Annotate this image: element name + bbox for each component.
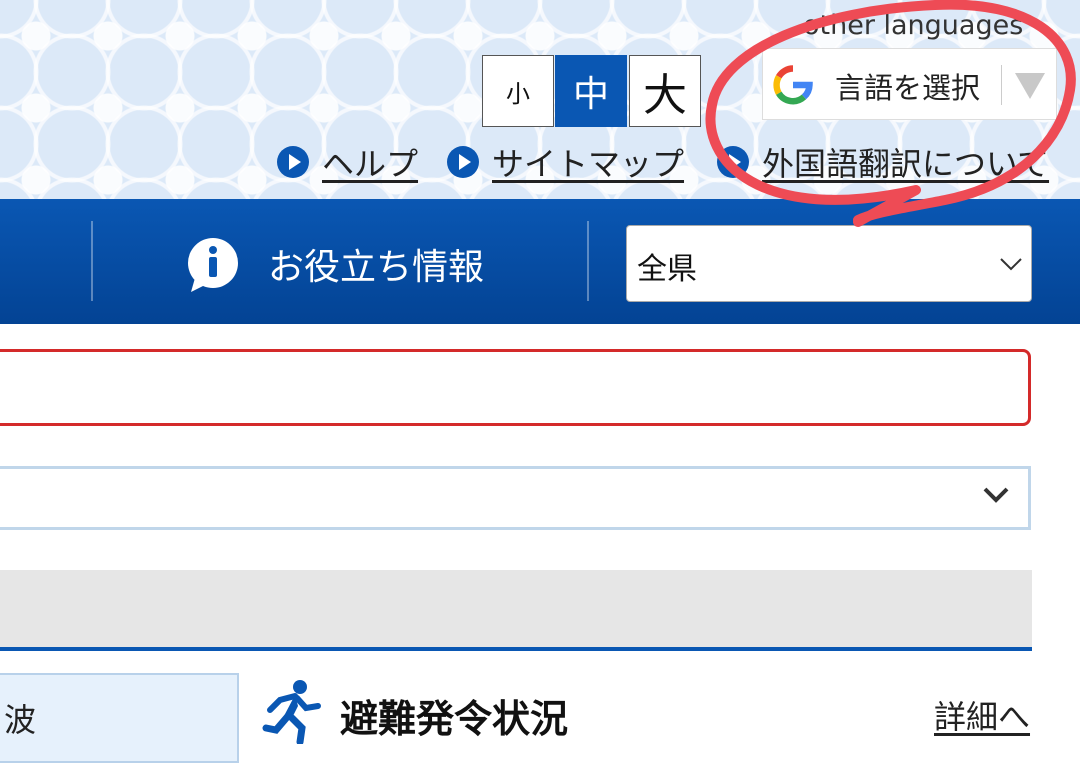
alert-panel [0, 349, 1031, 426]
play-circle-icon [717, 146, 749, 178]
evacuation-status-title: 避難発令状況 [340, 697, 569, 741]
evacuation-details-link[interactable]: 詳細へ [934, 692, 1030, 738]
language-select-divider [1001, 65, 1002, 105]
dropdown-arrow-icon [1015, 73, 1045, 99]
sitemap-link[interactable]: サイトマップ [446, 142, 685, 183]
chevron-down-icon [983, 487, 1009, 503]
prefecture-select[interactable]: 全県 [626, 225, 1032, 302]
running-person-icon [262, 680, 321, 744]
font-size-small-button[interactable]: 小 [482, 55, 554, 127]
nav-divider [91, 221, 93, 301]
left-info-card[interactable]: 波 [0, 673, 239, 763]
useful-info-nav-item[interactable]: お役立ち情報 [268, 238, 484, 290]
area-select[interactable] [0, 466, 1031, 530]
language-select[interactable]: 言語を選択 [762, 48, 1057, 120]
font-size-large-button[interactable]: 大 [629, 55, 701, 127]
help-link-label: ヘルプ [322, 145, 419, 183]
other-languages-label: other languages [803, 10, 1024, 41]
info-bubble-icon[interactable] [183, 236, 243, 294]
google-g-icon [773, 65, 813, 105]
language-select-label: 言語を選択 [835, 71, 981, 105]
chevron-down-icon [1000, 258, 1022, 271]
nav-divider [587, 221, 589, 301]
translation-info-link-label: 外国語翻訳について [762, 145, 1050, 183]
font-size-medium-button[interactable]: 中 [555, 55, 627, 127]
sitemap-link-label: サイトマップ [492, 145, 685, 183]
section-header-band [0, 570, 1032, 651]
left-info-card-text: 波 [4, 701, 37, 739]
help-link[interactable]: ヘルプ [276, 142, 419, 183]
play-circle-icon [447, 146, 479, 178]
prefecture-select-value: 全県 [637, 252, 697, 287]
play-circle-icon [277, 146, 309, 178]
translation-info-link[interactable]: 外国語翻訳について [716, 142, 1050, 183]
